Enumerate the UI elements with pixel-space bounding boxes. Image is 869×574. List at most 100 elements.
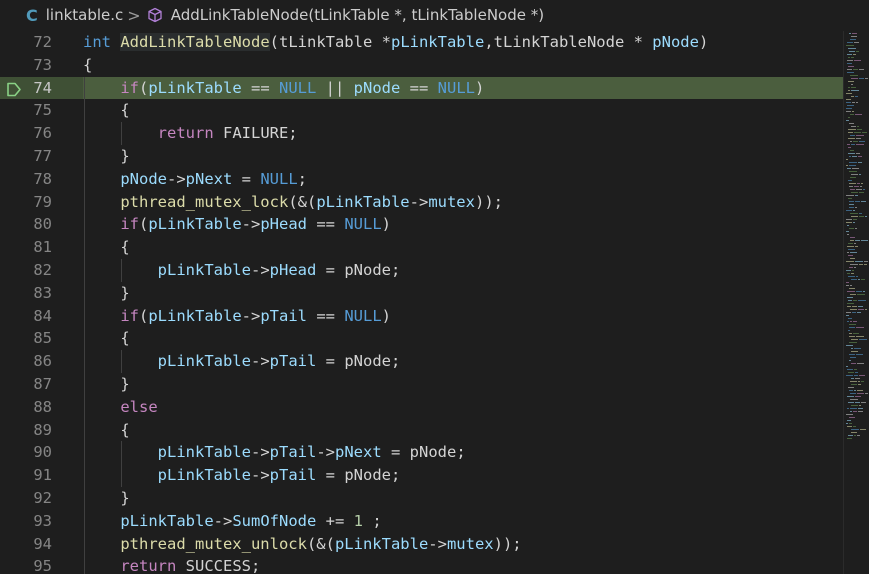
line-number: 75 [33, 101, 52, 120]
minimap-line [856, 153, 860, 154]
code-token: == [307, 306, 345, 325]
minimap[interactable] [843, 31, 869, 574]
code-line[interactable]: 94 pthread_mutex_unlock(&(pLinkTable->mu… [0, 532, 843, 556]
minimap-line [857, 435, 860, 436]
code-token: NULL [279, 78, 317, 97]
minimap-line [849, 207, 854, 208]
minimap-line [865, 216, 867, 217]
minimap-line [848, 243, 853, 244]
minimap-line [853, 321, 857, 322]
minimap-line [851, 384, 857, 385]
code-token: pHead [269, 261, 317, 279]
minimap-line [849, 267, 853, 268]
minimap-line [855, 201, 860, 202]
minimap-line [854, 369, 857, 370]
minimap-line [850, 135, 855, 136]
minimap-line [846, 120, 849, 121]
minimap-line [851, 174, 858, 175]
minimap-line [846, 219, 852, 220]
code-token: SUCCESS; [176, 557, 261, 574]
code-token: (&( [306, 534, 335, 553]
indent-guide [121, 441, 123, 465]
indent-guide [84, 418, 85, 442]
minimap-line [846, 270, 851, 271]
code-line[interactable]: 81 { [0, 236, 843, 259]
code-line[interactable]: 77 } [0, 145, 843, 168]
minimap-line [846, 345, 853, 346]
minimap-line [846, 282, 849, 283]
minimap-line [846, 108, 852, 109]
code-line[interactable]: 85 { [0, 327, 843, 351]
code-line[interactable]: 72 int AddLinkTableNode(tLinkTable *pLink… [0, 31, 843, 54]
code-text: pLinkTable->pHead = pNode; [83, 259, 843, 282]
minimap-line [849, 417, 855, 418]
code-text: } [83, 282, 843, 305]
code-line[interactable]: 86 pLinkTable->pTail = pNode; [0, 350, 843, 373]
minimap-line [848, 81, 854, 82]
code-token: pLinkTable [148, 306, 242, 325]
minimap-line [849, 333, 852, 334]
code-text: return SUCCESS; [83, 555, 843, 574]
code-line[interactable]: 76 return FAILURE; [0, 122, 843, 145]
line-number: 95 [33, 557, 52, 574]
line-number: 72 [33, 33, 52, 51]
minimap-line [861, 402, 866, 403]
code-line[interactable]: 79 pthread_mutex_lock(&(pLinkTable->mute… [0, 190, 843, 214]
minimap-line [850, 75, 858, 76]
code-token: ; [297, 169, 308, 188]
minimap-line [863, 189, 865, 190]
minimap-line [848, 300, 852, 301]
line-number: 84 [33, 306, 52, 325]
code-token: ) [698, 33, 709, 51]
code-text: if(pLinkTable->pTail == NULL) [83, 305, 843, 328]
code-token: } [83, 147, 130, 165]
minimap-line [848, 255, 853, 256]
minimap-line [848, 138, 855, 139]
minimap-line [855, 195, 858, 196]
minimap-line [850, 381, 857, 382]
breadcrumb-symbol[interactable]: AddLinkTableNode(tLinkTable *, tLinkTabl… [171, 6, 544, 24]
code-line[interactable]: 88 else [0, 395, 843, 419]
code-text: { [83, 54, 843, 77]
minimap-line [864, 261, 868, 262]
minimap-line [854, 348, 861, 349]
code-line[interactable]: 91 pLinkTable->pTail = pNode; [0, 464, 843, 487]
code-line[interactable]: 83 } [0, 281, 843, 305]
code-token: pLinkTable [120, 511, 214, 530]
code-token: pTail [260, 306, 308, 325]
code-token: if [120, 215, 139, 234]
code-token: pTail [269, 352, 317, 371]
minimap-line [851, 432, 857, 433]
code-token: || [316, 78, 354, 97]
code-line[interactable]: 75 { [0, 99, 843, 123]
code-token: pLinkTable [334, 534, 429, 553]
minimap-line [847, 291, 855, 292]
indent-guide [84, 122, 85, 145]
code-line[interactable]: 87 } [0, 373, 843, 396]
code-line[interactable]: 74 if(pLinkTable == NULL || pNode == NUL… [0, 76, 843, 100]
code-line[interactable]: 90 pLinkTable->pTail->pNext = pNode; [0, 441, 843, 465]
code-line[interactable]: 95 return SUCCESS; [0, 555, 843, 574]
code-line[interactable]: 80 if(pLinkTable->pHead == NULL) [0, 213, 843, 237]
code-line[interactable]: 78 pNode->pNext = NULL; [0, 167, 843, 191]
code-token: pLinkTable [157, 466, 251, 485]
code-line[interactable]: 73 { [0, 54, 843, 77]
minimap-line [861, 240, 868, 241]
minimap-line [848, 372, 854, 373]
minimap-line [849, 51, 855, 52]
minimap-line [852, 312, 856, 313]
code-editor[interactable]: 72 int AddLinkTableNode(tLinkTable *pLink… [0, 31, 843, 574]
code-line[interactable]: 93 pLinkTable->SumOfNode += 1 ; [0, 509, 843, 533]
minimap-line [849, 390, 853, 391]
code-line[interactable]: 84 if(pLinkTable->pTail == NULL) [0, 304, 843, 328]
code-token: = pNode; [381, 443, 466, 462]
minimap-line [850, 114, 854, 115]
breadcrumb-file[interactable]: linktable.c [46, 6, 124, 24]
code-line[interactable]: 89 { [0, 418, 843, 442]
minimap-line [849, 423, 852, 424]
code-line[interactable]: 82 pLinkTable->pHead = pNode; [0, 259, 843, 282]
code-line[interactable]: 92 } [0, 487, 843, 510]
minimap-line [847, 369, 853, 370]
